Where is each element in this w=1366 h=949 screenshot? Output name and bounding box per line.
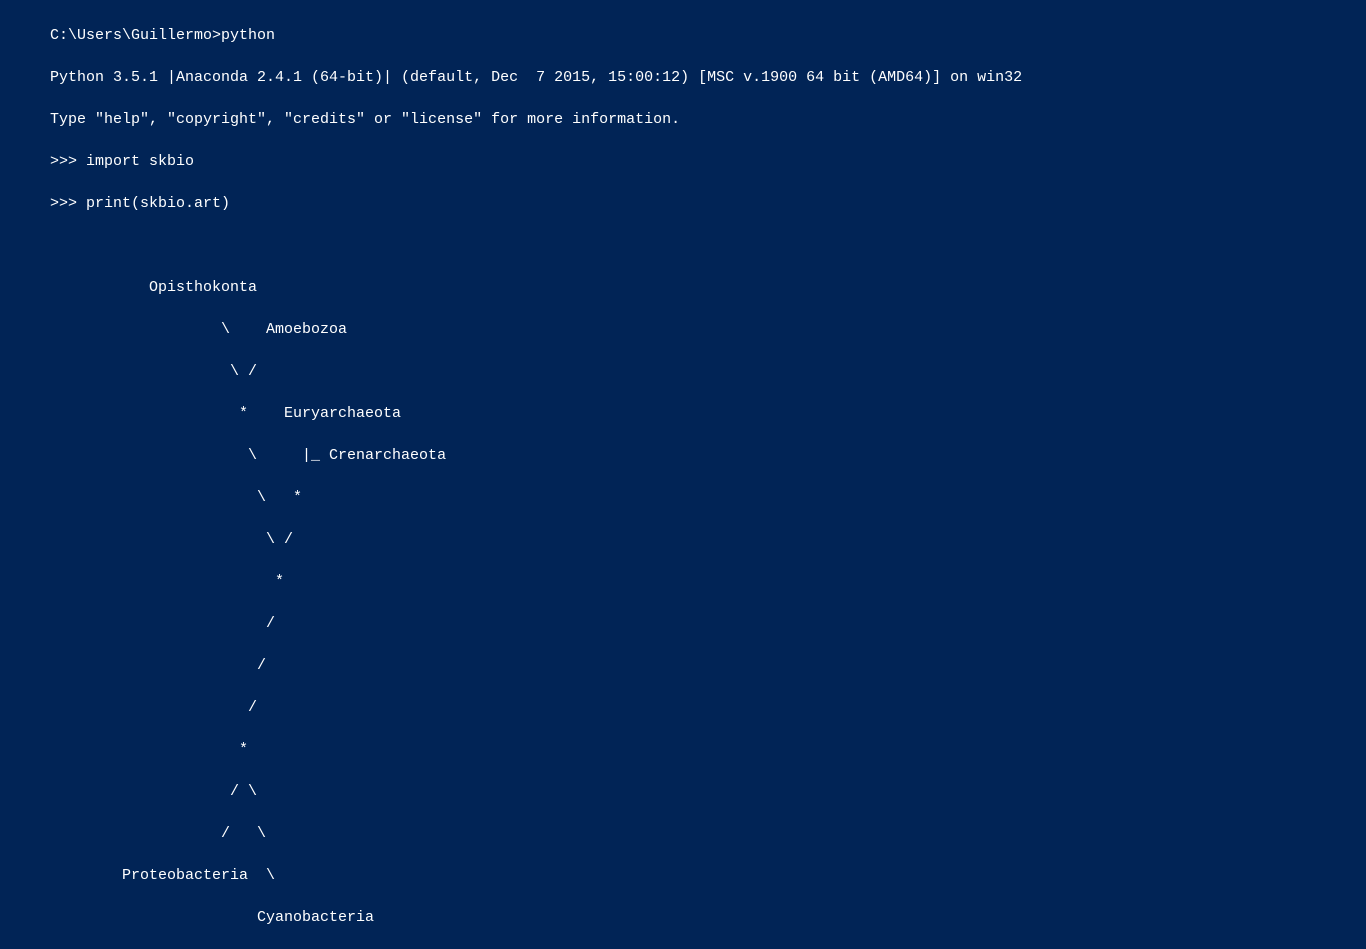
art-line: \ / (0, 529, 1366, 550)
art-line: * (0, 739, 1366, 760)
art-line: Opisthokonta (0, 277, 1366, 298)
art-line: / \ (0, 823, 1366, 844)
art-line: \ * (0, 487, 1366, 508)
repl-line-print: >>> print(skbio.art) (0, 193, 1366, 214)
art-line: Cyanobacteria (0, 907, 1366, 928)
art-line: * (0, 571, 1366, 592)
art-line: * Euryarchaeota (0, 403, 1366, 424)
art-line: / (0, 697, 1366, 718)
repl-line-import: >>> import skbio (0, 151, 1366, 172)
art-line: Proteobacteria \ (0, 865, 1366, 886)
python-version-banner: Python 3.5.1 |Anaconda 2.4.1 (64-bit)| (… (0, 67, 1366, 88)
art-line: \ |_ Crenarchaeota (0, 445, 1366, 466)
art-line: / (0, 655, 1366, 676)
terminal-output[interactable]: C:\Users\Guillermo>python Python 3.5.1 |… (0, 0, 1366, 949)
art-line: \ / (0, 361, 1366, 382)
art-line: \ Amoebozoa (0, 319, 1366, 340)
art-line: / (0, 613, 1366, 634)
command-prompt-line: C:\Users\Guillermo>python (0, 25, 1366, 46)
python-help-line: Type "help", "copyright", "credits" or "… (0, 109, 1366, 130)
art-line: / \ (0, 781, 1366, 802)
